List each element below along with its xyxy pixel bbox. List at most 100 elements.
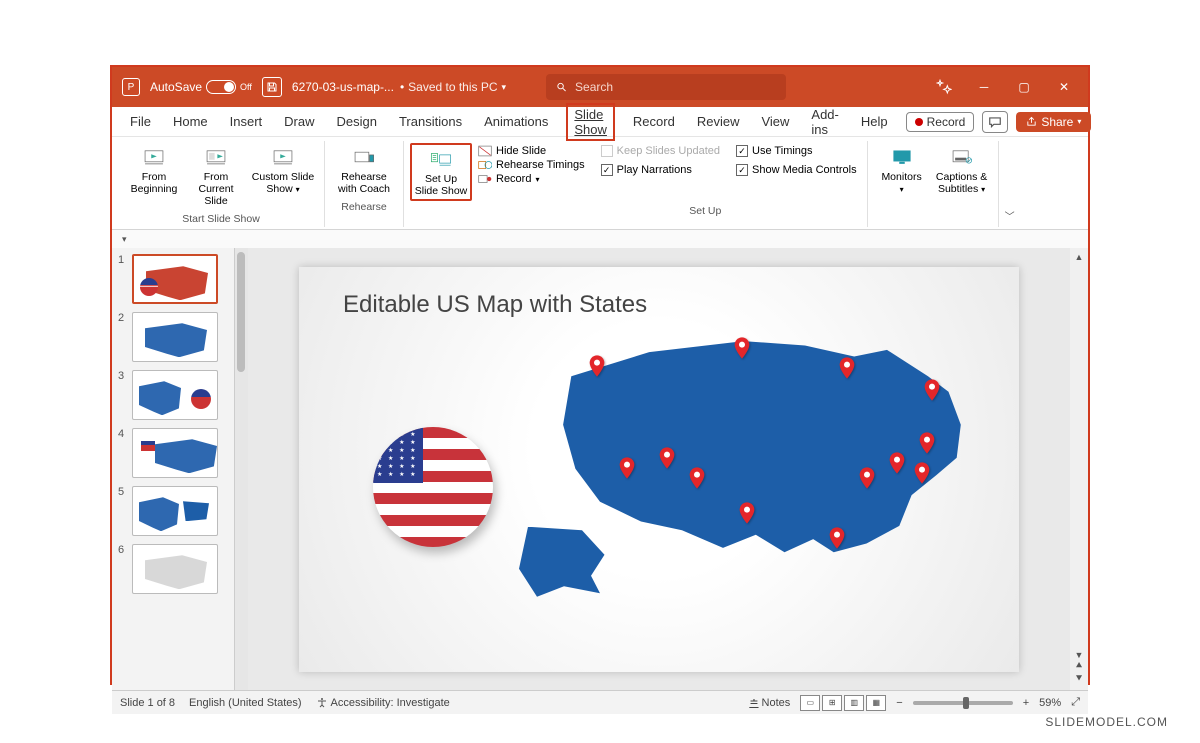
tab-insert[interactable]: Insert — [226, 110, 267, 133]
map-pin-icon — [659, 447, 675, 469]
us-flag-badge: ★ ★ ★ ★★ ★ ★ ★★ ★ ★ ★★ ★ ★ ★★ ★ ★ ★★ ★ ★… — [373, 427, 493, 547]
search-icon — [556, 81, 567, 93]
play-narrations-checkbox[interactable]: ✓Play Narrations — [601, 164, 720, 176]
toggle-track — [206, 80, 236, 94]
tab-home[interactable]: Home — [169, 110, 212, 133]
accessibility-status[interactable]: Accessibility: Investigate — [316, 697, 450, 709]
map-pin-icon — [739, 502, 755, 524]
map-pin-icon — [839, 357, 855, 379]
sorter-view-button[interactable]: ⊞ — [822, 695, 842, 711]
thumb-scrollbar[interactable] — [234, 248, 248, 690]
slide-thumb-6[interactable] — [132, 544, 218, 594]
from-beginning-button[interactable]: From Beginning — [124, 143, 184, 209]
show-media-checkbox[interactable]: ✓Show Media Controls — [736, 164, 857, 176]
tab-transitions[interactable]: Transitions — [395, 110, 466, 133]
chevron-down-icon[interactable]: ▾ — [502, 82, 507, 93]
rehearse-timings-button[interactable]: Rehearse Timings — [478, 159, 585, 171]
language-status[interactable]: English (United States) — [189, 697, 302, 709]
reading-view-button[interactable]: ▥ — [844, 695, 864, 711]
qat-row: ▾ — [112, 230, 1088, 248]
autosave-toggle[interactable]: AutoSave Off — [150, 80, 252, 94]
use-timings-checkbox[interactable]: ✓Use Timings — [736, 145, 857, 157]
tab-record[interactable]: Record — [629, 110, 679, 133]
tab-help[interactable]: Help — [857, 110, 892, 133]
save-button[interactable] — [262, 77, 282, 97]
captions-button[interactable]: Captions & Subtitles ▾ — [932, 143, 992, 197]
zoom-slider[interactable] — [913, 701, 1013, 705]
from-current-button[interactable]: From Current Slide — [186, 143, 246, 209]
tab-file[interactable]: File — [126, 110, 155, 133]
document-title: 6270-03-us-map-... — [292, 80, 394, 94]
record-dot-icon — [915, 118, 923, 126]
minimize-button[interactable]: ─ — [970, 73, 998, 101]
zoom-level[interactable]: 59% — [1039, 697, 1061, 709]
ribbon: From Beginning From Current Slide Custom… — [112, 137, 1088, 230]
play-from-current-icon — [202, 145, 230, 169]
play-from-start-icon — [140, 145, 168, 169]
content-area: 1 2 3 4 5 6 Editable US Map with States — [112, 248, 1088, 690]
zoom-in-button[interactable]: + — [1023, 697, 1029, 709]
tab-design[interactable]: Design — [333, 110, 381, 133]
map-pin-icon — [589, 355, 605, 377]
map-pin-icon — [689, 467, 705, 489]
prev-slide-icon[interactable]: ⯅ — [1075, 660, 1084, 673]
tab-addins[interactable]: Add-ins — [807, 103, 842, 141]
custom-slideshow-button[interactable]: Custom Slide Show ▾ — [248, 143, 318, 209]
tab-view[interactable]: View — [757, 110, 793, 133]
ribbon-collapse-button[interactable]: ﹀ — [999, 141, 1021, 227]
maximize-button[interactable]: ▢ — [1010, 73, 1038, 101]
tab-slideshow[interactable]: Slide Show — [566, 103, 615, 141]
slide-content[interactable]: Editable US Map with States ★ ★ ★ ★★ ★ ★ — [299, 267, 1019, 672]
setup-checks-col2: ✓Use Timings ✓Show Media Controls — [732, 143, 861, 201]
notes-button[interactable]: ≐Notes — [749, 696, 790, 709]
view-buttons: ▭ ⊞ ▥ ▦ — [800, 695, 886, 711]
normal-view-button[interactable]: ▭ — [800, 695, 820, 711]
fit-window-button[interactable]: ⤢ — [1071, 696, 1080, 709]
slide-scrollbar[interactable]: ▲ ▼ ⯅ ⯆ — [1070, 248, 1088, 690]
tab-animations[interactable]: Animations — [480, 110, 552, 133]
slide-thumb-2[interactable] — [132, 312, 218, 362]
slideshow-view-button[interactable]: ▦ — [866, 695, 886, 711]
search-input[interactable] — [575, 80, 776, 94]
status-bar: Slide 1 of 8 English (United States) Acc… — [112, 690, 1088, 714]
ribbon-tabs: File Home Insert Draw Design Transitions… — [112, 107, 1088, 137]
qat-dropdown[interactable]: ▾ — [122, 234, 127, 245]
sparkle-icon[interactable] — [930, 73, 958, 101]
next-slide-icon[interactable]: ⯆ — [1075, 673, 1084, 686]
slide-thumb-4[interactable] — [132, 428, 218, 478]
us-map-shape — [519, 327, 989, 607]
scroll-up-icon[interactable]: ▲ — [1075, 252, 1084, 262]
setup-slideshow-button[interactable]: Set Up Slide Show — [410, 143, 472, 201]
slide-canvas: Editable US Map with States ★ ★ ★ ★★ ★ ★ — [248, 248, 1070, 690]
thumbnail-panel: 1 2 3 4 5 6 — [112, 248, 234, 690]
powerpoint-icon: P — [122, 78, 140, 96]
scroll-down-icon[interactable]: ▼ — [1075, 650, 1084, 660]
slide-thumb-3[interactable] — [132, 370, 218, 420]
keep-updated-checkbox: Keep Slides Updated — [601, 145, 720, 157]
comments-button[interactable] — [982, 111, 1008, 133]
setup-checks-col1: Keep Slides Updated ✓Play Narrations — [597, 143, 724, 201]
slide-title: Editable US Map with States — [343, 291, 647, 319]
search-box[interactable] — [546, 74, 786, 100]
slide-thumb-1[interactable] — [132, 254, 218, 304]
zoom-out-button[interactable]: − — [896, 697, 902, 709]
close-button[interactable]: ✕ — [1050, 73, 1078, 101]
monitors-button[interactable]: Monitors▾ — [874, 143, 930, 197]
share-icon — [1026, 116, 1037, 127]
map-pin-icon — [829, 527, 845, 549]
group-label: Set Up — [689, 205, 721, 219]
rehearse-coach-button[interactable]: Rehearse with Coach — [331, 143, 397, 197]
tab-review[interactable]: Review — [693, 110, 744, 133]
share-button[interactable]: Share▾ — [1016, 112, 1091, 132]
tab-draw[interactable]: Draw — [280, 110, 318, 133]
slide-thumb-5[interactable] — [132, 486, 218, 536]
slide-counter[interactable]: Slide 1 of 8 — [120, 697, 175, 709]
map-pin-icon — [919, 432, 935, 454]
record-dropdown-button[interactable]: Record ▾ — [478, 173, 585, 185]
group-setup: Set Up Slide Show Hide Slide Rehearse Ti… — [404, 141, 868, 227]
monitor-icon — [888, 145, 916, 169]
record-button[interactable]: Record — [906, 112, 975, 132]
group-label: Start Slide Show — [182, 213, 260, 227]
hide-slide-button[interactable]: Hide Slide — [478, 145, 585, 157]
captions-icon — [948, 145, 976, 169]
